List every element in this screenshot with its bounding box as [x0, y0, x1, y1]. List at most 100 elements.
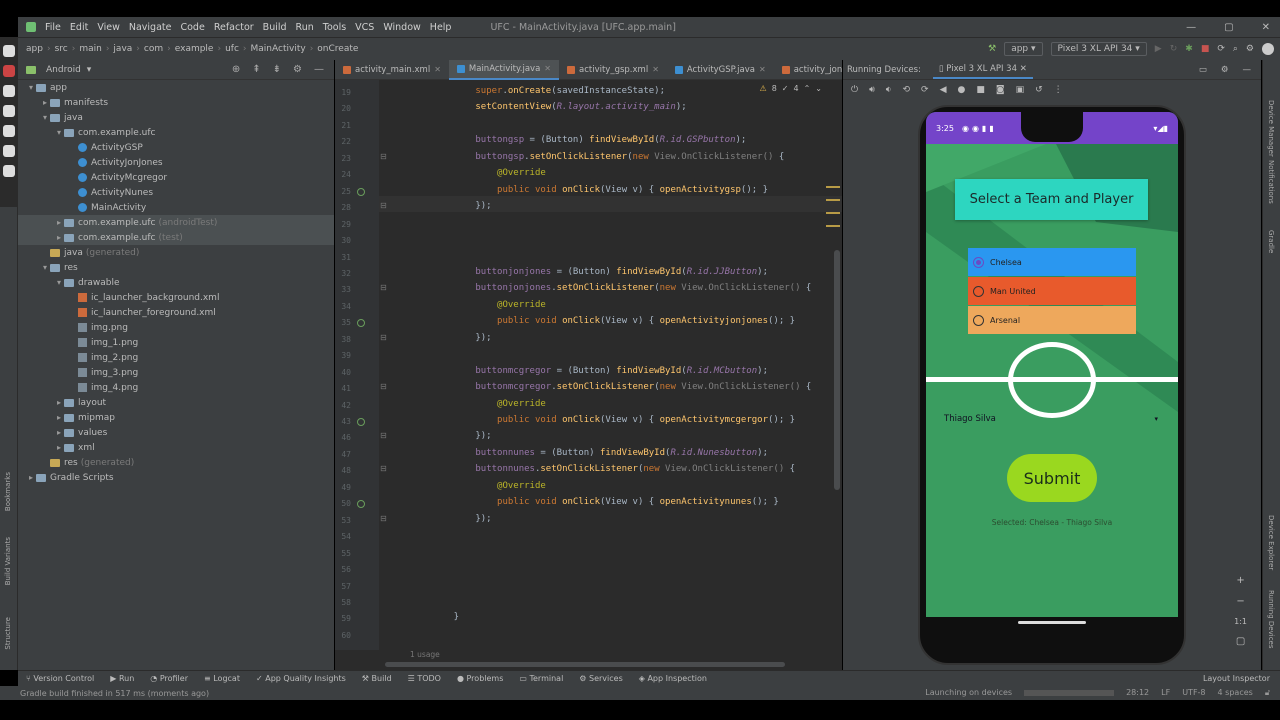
breadcrumb-item[interactable]: example: [175, 44, 214, 54]
fold-marker-icon[interactable]: ⊟: [380, 283, 387, 292]
launching-status[interactable]: Launching on devices: [925, 688, 1012, 698]
tree-item[interactable]: img_2.png: [18, 350, 334, 365]
screen-icon[interactable]: [3, 145, 15, 157]
sync-icon[interactable]: ⟳: [1217, 44, 1225, 54]
submit-button[interactable]: Submit: [1007, 454, 1097, 502]
breadcrumb-item[interactable]: java: [113, 44, 132, 54]
tree-item[interactable]: ▾ java: [18, 110, 334, 125]
close-icon[interactable]: ✕: [1020, 64, 1027, 74]
tree-item[interactable]: ▾ app: [18, 80, 334, 95]
tree-item[interactable]: ▸ com.example.ufc (test): [18, 230, 334, 245]
expand-all-icon[interactable]: ⇟: [273, 64, 281, 75]
volume-down-icon[interactable]: 🔉︎: [886, 85, 892, 95]
hide-icon[interactable]: —: [314, 64, 324, 75]
tree-item[interactable]: img_4.png: [18, 380, 334, 395]
fit-screen-icon[interactable]: ▢: [1236, 636, 1245, 647]
menu-item-tools[interactable]: Tools: [323, 22, 346, 33]
menu-item-code[interactable]: Code: [180, 22, 204, 33]
fold-marker-icon[interactable]: ⊟: [380, 382, 387, 391]
code-area[interactable]: super.onCreate(savedInstanceState); setC…: [335, 80, 842, 670]
gear-icon[interactable]: [3, 165, 15, 177]
breadcrumb-item[interactable]: com: [144, 44, 163, 54]
home-icon[interactable]: ●: [957, 85, 965, 95]
encoding[interactable]: UTF-8: [1182, 688, 1205, 698]
overview-icon[interactable]: ■: [976, 85, 985, 95]
bottom-tab-problems[interactable]: ● Problems: [457, 674, 503, 683]
bottom-tab-logcat[interactable]: ≡ Logcat: [204, 674, 240, 683]
tree-item[interactable]: ▸ manifests: [18, 95, 334, 110]
player-spinner[interactable]: Thiago Silva ▾: [944, 412, 1158, 426]
editor-vertical-scrollbar[interactable]: [834, 250, 840, 490]
zoom-in-icon[interactable]: +: [1236, 575, 1244, 586]
debug-icon[interactable]: ✱: [1185, 44, 1193, 54]
window-icon[interactable]: ▭: [1199, 65, 1207, 75]
gesture-nav-pill[interactable]: [1018, 621, 1086, 624]
inspection-widget[interactable]: ⚠ 8 ✓ 4 ⌃ ⌄: [760, 84, 822, 93]
tree-item[interactable]: ic_launcher_background.xml: [18, 290, 334, 305]
close-icon[interactable]: ✕: [759, 65, 766, 74]
tree-item[interactable]: img_1.png: [18, 335, 334, 350]
tree-item[interactable]: ▸ layout: [18, 395, 334, 410]
warning-marker[interactable]: [826, 186, 840, 188]
editor-tab[interactable]: ActivityGSP.java ✕: [667, 60, 774, 80]
screenshot-icon[interactable]: ◙: [996, 85, 1005, 95]
tree-item[interactable]: ▸ com.example.ufc (androidTest): [18, 215, 334, 230]
breadcrumb-item[interactable]: ufc: [225, 44, 239, 54]
device-tab[interactable]: ▯ Pixel 3 XL API 34 ✕: [932, 61, 1033, 79]
search-icon[interactable]: ⌕: [1233, 44, 1238, 54]
locate-icon[interactable]: ⊕: [232, 64, 240, 75]
tree-item[interactable]: ActivityNunes: [18, 185, 334, 200]
menu-item-file[interactable]: File: [45, 22, 61, 33]
bookmarks-tab[interactable]: Bookmarks: [4, 472, 12, 511]
menu-item-window[interactable]: Window: [383, 22, 420, 33]
fold-marker-icon[interactable]: ⊟: [380, 333, 387, 342]
structure-tab[interactable]: Structure: [4, 617, 12, 650]
radio-arsenal[interactable]: Arsenal: [968, 306, 1136, 334]
editor-tab[interactable]: activity_gsp.xml ✕: [559, 60, 667, 80]
close-icon[interactable]: ✕: [434, 65, 441, 74]
right-tool-tab[interactable]: Device Explorer: [1267, 515, 1275, 570]
phone-screen[interactable]: 3:25 ◉◉▮▮ ▾◢▮ Select a Team and Player C…: [926, 112, 1178, 617]
right-tool-tab[interactable]: Gradle: [1267, 230, 1275, 253]
build-variants-tab[interactable]: Build Variants: [4, 537, 12, 585]
bottom-tab-version-control[interactable]: ⑂ Version Control: [26, 674, 94, 683]
tree-item[interactable]: ▸ Gradle Scripts: [18, 470, 334, 485]
breadcrumb-item[interactable]: app: [26, 44, 43, 54]
chevron-up-icon[interactable]: ⌃: [804, 84, 811, 93]
fold-marker-icon[interactable]: ⊟: [380, 464, 387, 473]
bottom-tab-app-quality-insights[interactable]: ✓ App Quality Insights: [256, 674, 346, 683]
editor-tab[interactable]: activity_jon: [774, 60, 851, 80]
run-config-select[interactable]: app ▾: [1004, 41, 1043, 56]
warning-marker[interactable]: [826, 225, 840, 227]
settings-icon[interactable]: ⚙: [1246, 44, 1254, 54]
tree-item[interactable]: ActivityMcgregor: [18, 170, 334, 185]
speaker-icon[interactable]: [3, 105, 15, 117]
tree-item[interactable]: ic_launcher_foreground.xml: [18, 305, 334, 320]
right-tool-tab[interactable]: Running Devices: [1267, 590, 1275, 649]
camera-icon[interactable]: [3, 45, 15, 57]
rotate-left-icon[interactable]: ⟲: [902, 85, 910, 95]
editor-tab[interactable]: MainActivity.java ✕: [448, 59, 559, 80]
breadcrumb-item[interactable]: src: [55, 44, 68, 54]
radio-chelsea[interactable]: Chelsea: [968, 248, 1136, 276]
rerun-icon[interactable]: ↻: [1170, 44, 1178, 54]
tree-item[interactable]: res (generated): [18, 455, 334, 470]
menu-item-refactor[interactable]: Refactor: [214, 22, 254, 33]
webcam-icon[interactable]: [3, 125, 15, 137]
chevron-down-icon[interactable]: ⌄: [815, 84, 822, 93]
fold-marker-icon[interactable]: ⊟: [380, 201, 387, 210]
tree-item[interactable]: MainActivity: [18, 200, 334, 215]
editor-horizontal-scrollbar[interactable]: [385, 662, 785, 667]
hide-icon[interactable]: —: [1243, 65, 1252, 75]
bottom-tab-app-inspection[interactable]: ◈ App Inspection: [639, 674, 707, 683]
project-view-select[interactable]: Android: [46, 65, 81, 75]
warning-marker[interactable]: [826, 199, 840, 201]
close-icon[interactable]: ✕: [652, 65, 659, 74]
cursor-position[interactable]: 28:12: [1126, 688, 1149, 698]
tree-item[interactable]: ▾ res: [18, 260, 334, 275]
menu-item-vcs[interactable]: VCS: [355, 22, 374, 33]
menu-item-view[interactable]: View: [97, 22, 120, 33]
close-icon[interactable]: ✕: [544, 64, 551, 73]
radio-man-united[interactable]: Man United: [968, 277, 1136, 305]
right-tool-tab[interactable]: Device Manager: [1267, 100, 1275, 157]
